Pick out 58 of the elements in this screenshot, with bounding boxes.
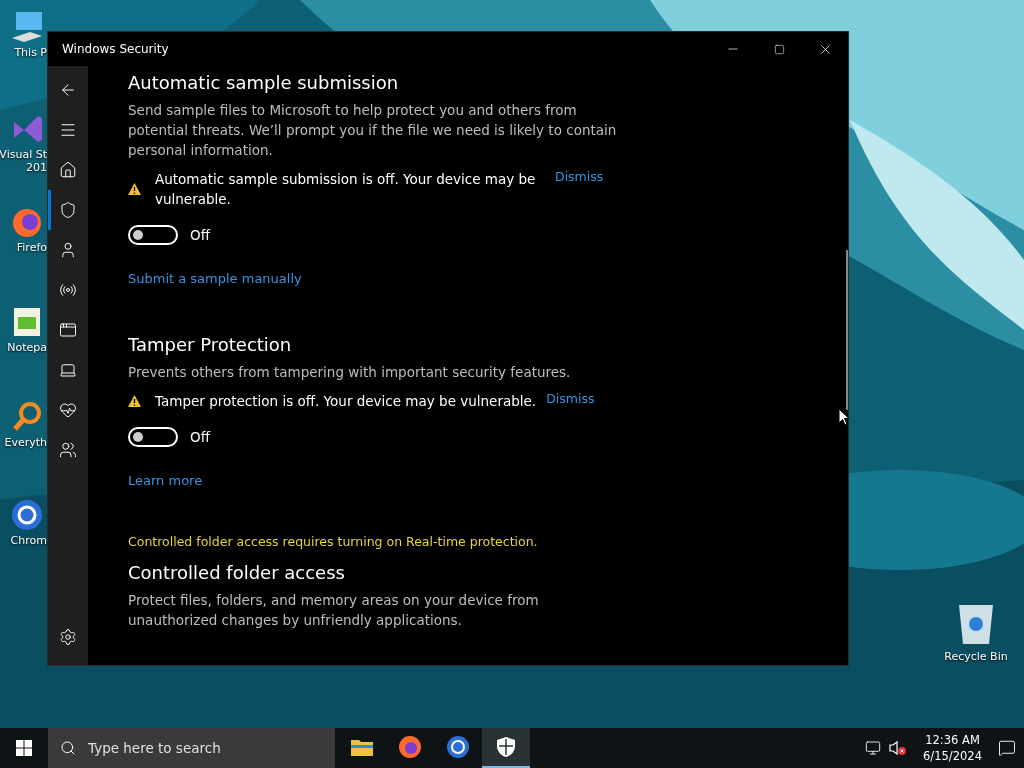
desktop-icon-label[interactable]: Chrom bbox=[10, 534, 47, 547]
heart-icon bbox=[59, 401, 77, 419]
shield-icon bbox=[59, 201, 77, 219]
section-description: Prevents others from tampering with important security features. bbox=[128, 363, 572, 382]
text-link[interactable]: Learn more bbox=[128, 473, 203, 488]
folder-icon bbox=[350, 737, 374, 757]
desktop-icon-label[interactable]: Everyth bbox=[4, 436, 47, 449]
text-link[interactable]: Submit a sample manually bbox=[128, 271, 302, 286]
notifications-button[interactable] bbox=[998, 739, 1016, 757]
taskbar-app-button[interactable] bbox=[482, 728, 530, 768]
section-description: Protect files, folders, and memory areas on your device from unauthorized changes by unfriendly applications. bbox=[128, 591, 540, 630]
section-heading: Controlled folder access bbox=[128, 561, 345, 585]
people-icon bbox=[59, 441, 77, 459]
dismiss-link[interactable]: Dismiss bbox=[546, 391, 595, 406]
person-icon bbox=[59, 241, 77, 259]
laptop-icon bbox=[59, 361, 77, 379]
desktop-icon-label[interactable]: Recycle Bin bbox=[944, 650, 1008, 663]
desktop-icon-label[interactable]: This P bbox=[14, 46, 47, 59]
antenna-icon bbox=[59, 281, 77, 299]
speech-bubble-icon bbox=[998, 739, 1016, 757]
section-description: Send sample files to Microsoft to help protect you and others from potential threats. We’ll prompt you if the file we need is likely to contain personal information. bbox=[128, 101, 618, 160]
scrollbar-thumb[interactable] bbox=[846, 250, 848, 410]
toggle-switch[interactable] bbox=[128, 427, 178, 447]
clock[interactable]: 12:36 AM 6/15/2024 bbox=[923, 732, 982, 764]
menu-icon bbox=[59, 121, 77, 139]
fox-globe-icon bbox=[398, 735, 422, 759]
toggle-label: Off bbox=[190, 227, 210, 243]
shield-icon bbox=[496, 736, 516, 758]
desktop-icon-label[interactable]: Notepa bbox=[7, 341, 47, 354]
warning-icon bbox=[128, 395, 141, 407]
trash-bin-icon bbox=[956, 602, 996, 646]
volume-button[interactable] bbox=[889, 740, 908, 756]
windows-logo-icon bbox=[16, 740, 32, 756]
browser-circle-icon bbox=[10, 498, 44, 532]
maximize-icon bbox=[773, 43, 785, 55]
search-icon bbox=[60, 740, 76, 756]
desktop-icon-label[interactable]: Visual St 201 bbox=[0, 148, 47, 174]
warning-text: Tamper protection is off. Your device may be vulnerable. bbox=[155, 392, 537, 411]
notice-text: Controlled folder access requires turning on Real-time protection. bbox=[128, 534, 539, 549]
muted-speaker-icon bbox=[889, 740, 908, 756]
network-monitor-icon bbox=[865, 740, 882, 756]
network-button[interactable] bbox=[865, 740, 882, 756]
window-title: Windows Security bbox=[62, 42, 170, 56]
toggle-switch[interactable] bbox=[128, 225, 178, 245]
warning-icon bbox=[128, 183, 141, 195]
warning-text: Automatic sample submission is off. Your device may be vulnerable. bbox=[155, 170, 537, 209]
section-heading: Tamper Protection bbox=[128, 333, 292, 357]
dismiss-link[interactable]: Dismiss bbox=[555, 169, 604, 184]
window-icon bbox=[59, 321, 77, 339]
settings-icon bbox=[59, 628, 77, 646]
clock-date: 6/15/2024 bbox=[923, 748, 982, 764]
clock-time: 12:36 AM bbox=[925, 732, 980, 748]
search-field[interactable]: Type here to search bbox=[48, 728, 335, 768]
browser-circle-icon bbox=[446, 735, 470, 759]
toggle-label: Off bbox=[190, 429, 210, 445]
desktop-icon-label[interactable]: Firefo bbox=[16, 241, 47, 254]
home-icon bbox=[59, 161, 77, 179]
section-heading: Automatic sample submission bbox=[128, 71, 399, 95]
